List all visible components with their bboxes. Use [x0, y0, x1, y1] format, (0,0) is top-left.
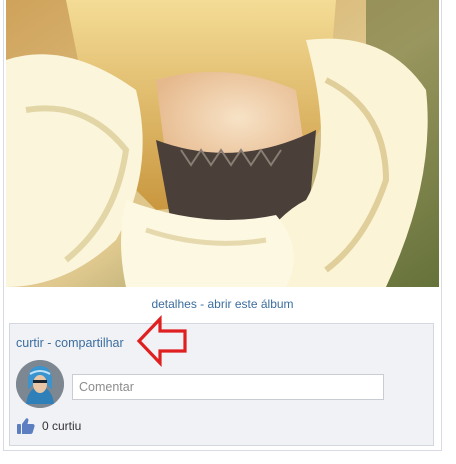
thumbs-up-icon[interactable]: [16, 417, 36, 435]
likes-summary: 0 curtiu: [16, 417, 81, 435]
action-links-separator: -: [43, 336, 55, 350]
details-link[interactable]: detalhes: [151, 297, 196, 311]
action-links: curtir - compartilhar: [16, 336, 124, 350]
photo-links-separator: -: [196, 297, 208, 311]
post-photo[interactable]: [6, 0, 439, 287]
red-arrow-left-icon: [136, 315, 187, 367]
page: detalhes - abrir este álbum curtir - com…: [0, 0, 456, 464]
post-photo-image: [6, 0, 439, 287]
photo-post-card: detalhes - abrir este álbum curtir - com…: [3, 0, 442, 451]
avatar[interactable]: [16, 360, 64, 408]
like-link[interactable]: curtir: [16, 336, 44, 350]
open-album-link[interactable]: abrir este álbum: [208, 297, 294, 311]
comment-input[interactable]: [72, 374, 384, 400]
actions-panel: curtir - compartilhar Comentar 0 curtiu: [9, 323, 434, 446]
likes-count: 0 curtiu: [42, 419, 82, 433]
photo-links: detalhes - abrir este álbum: [4, 297, 441, 311]
avatar-image: [16, 360, 64, 408]
share-link[interactable]: compartilhar: [55, 336, 124, 350]
